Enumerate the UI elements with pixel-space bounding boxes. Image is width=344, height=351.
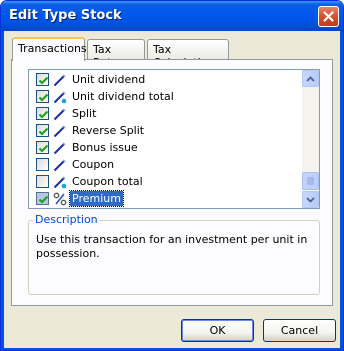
pen-blue-icon	[53, 73, 67, 87]
list-item[interactable]: Split	[29, 105, 301, 122]
item-label: Coupon	[72, 158, 115, 171]
list-item[interactable]: Unit dividend total	[29, 88, 301, 105]
tab-tax-rates[interactable]: Tax Rates	[87, 39, 145, 69]
tab-tax-calculation[interactable]: Tax Calculation	[147, 39, 229, 69]
grip-icon	[307, 177, 314, 185]
scroll-up-button[interactable]	[302, 70, 319, 87]
item-checkbox[interactable]	[36, 73, 49, 86]
cancel-button[interactable]: Cancel	[263, 319, 336, 342]
item-checkbox[interactable]	[36, 141, 49, 154]
item-checkbox[interactable]	[36, 107, 49, 120]
list-item[interactable]: Bonus issue	[29, 139, 301, 156]
item-checkbox[interactable]	[36, 90, 49, 103]
list-item[interactable]: Coupon total	[29, 173, 301, 190]
percent-icon	[53, 192, 67, 206]
description-legend: Description	[33, 213, 100, 226]
item-checkbox[interactable]	[36, 192, 49, 205]
list-item[interactable]: Unit dividend	[29, 71, 301, 88]
window-title: Edit Type Stock	[9, 8, 122, 23]
list-item[interactable]: Reverse Split	[29, 122, 301, 139]
scroll-thumb[interactable]	[302, 172, 319, 190]
checkmark-icon	[38, 144, 49, 153]
transaction-list[interactable]: Unit dividend Unit dividend total Split Rev…	[28, 69, 320, 209]
checkmark-icon	[38, 127, 49, 136]
description-text: Use this transaction for an investment p…	[36, 233, 308, 260]
checkmark-icon	[38, 110, 49, 119]
pen-blue-dot-icon	[53, 175, 67, 189]
chevron-down-icon	[306, 196, 315, 203]
item-checkbox[interactable]	[36, 175, 49, 188]
item-checkbox[interactable]	[36, 124, 49, 137]
ok-button[interactable]: OK	[181, 319, 254, 342]
item-checkbox[interactable]	[36, 158, 49, 171]
scroll-down-button[interactable]	[302, 191, 319, 208]
pen-blue-icon	[53, 124, 67, 138]
item-label: Coupon total	[72, 175, 143, 188]
chevron-up-icon	[306, 75, 315, 82]
dialog-window: Edit Type Stock Transactions Tax Rates T…	[0, 0, 344, 351]
item-label: Unit dividend total	[72, 90, 174, 103]
list-item[interactable]: Premium	[29, 190, 301, 207]
description-group: Description Use this transaction for an …	[28, 213, 320, 295]
vertical-scrollbar[interactable]	[302, 70, 319, 208]
checkmark-icon	[38, 195, 49, 204]
checkmark-icon	[38, 76, 49, 85]
pen-blue-dot-icon	[53, 90, 67, 104]
pen-blue-icon	[53, 158, 67, 172]
item-label: Bonus issue	[72, 141, 138, 154]
pen-blue-icon	[53, 107, 67, 121]
transactions-panel: Unit dividend Unit dividend total Split Rev…	[11, 59, 333, 306]
item-label: Reverse Split	[72, 124, 145, 137]
title-bar[interactable]: Edit Type Stock	[1, 1, 343, 31]
pen-blue-icon	[53, 141, 67, 155]
close-button[interactable]	[318, 6, 339, 27]
close-icon	[323, 11, 334, 22]
checkmark-icon	[38, 93, 49, 102]
item-label: Premium	[69, 190, 124, 207]
item-label: Split	[72, 107, 97, 120]
item-label: Unit dividend	[72, 73, 146, 86]
list-item[interactable]: Coupon	[29, 156, 301, 173]
tab-transactions[interactable]: Transactions	[12, 37, 87, 61]
